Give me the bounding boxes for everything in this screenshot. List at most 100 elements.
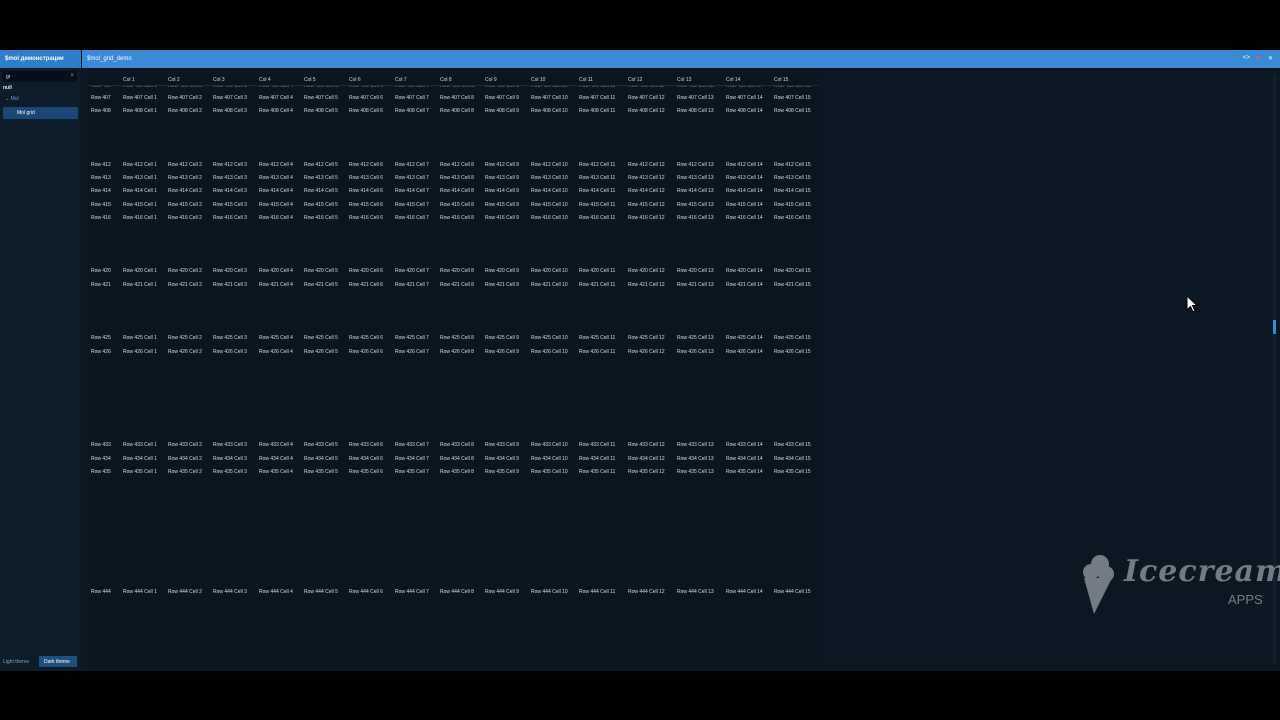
table-cell[interactable]: Row 434 Cell 1 — [123, 456, 157, 462]
table-cell[interactable]: Row 435 Cell 13 — [677, 469, 714, 475]
column-header[interactable]: Col 8 — [440, 77, 452, 83]
table-cell[interactable]: Row 414 Cell 10 — [531, 188, 568, 194]
flag-icon[interactable]: ⚑ — [1255, 55, 1262, 62]
table-cell[interactable]: Row 413 Cell 2 — [168, 175, 202, 181]
table-cell[interactable]: Row 413 Cell 13 — [677, 175, 714, 181]
table-cell[interactable]: Row 416 Cell 3 — [213, 215, 247, 221]
table-cell[interactable]: Row 415 Cell 6 — [349, 202, 383, 208]
table-cell[interactable]: Row 416 Cell 6 — [349, 215, 383, 221]
table-cell[interactable]: Row 412 Cell 11 — [579, 162, 615, 168]
table-cell[interactable]: Row 413 Cell 4 — [259, 175, 293, 181]
table-cell[interactable]: Row 435 Cell 3 — [213, 469, 247, 475]
table-cell[interactable]: Row 406 Cell 13 — [677, 86, 714, 89]
table-cell[interactable]: Row 412 Cell 2 — [168, 162, 202, 168]
table-cell[interactable]: Row 414 Cell 14 — [726, 188, 763, 194]
table-cell[interactable]: Row 444 Cell 10 — [531, 589, 568, 595]
table-cell[interactable]: Row 426 Cell 4 — [259, 349, 293, 355]
dark-theme-button[interactable]: Dark theme — [39, 656, 77, 667]
table-cell[interactable]: Row 435 Cell 1 — [123, 469, 157, 475]
table-cell[interactable]: Row 414 Cell 8 — [440, 188, 474, 194]
table-cell[interactable]: Row 426 Cell 7 — [395, 349, 429, 355]
column-header[interactable]: Col 7 — [395, 77, 407, 83]
table-cell[interactable]: Row 408 Cell 8 — [440, 108, 474, 114]
table-cell[interactable]: Row 414 Cell 12 — [628, 188, 665, 194]
table-cell[interactable]: Row 433 Cell 14 — [726, 442, 763, 448]
table-cell[interactable]: Row 421 Cell 9 — [485, 282, 519, 288]
table-row[interactable]: Row 444 Row 444 Cell 1 Row 444 Cell 2 Row 4… — [88, 589, 818, 599]
table-cell[interactable]: Row 421 Cell 7 — [395, 282, 429, 288]
table-cell[interactable]: Row 413 Cell 5 — [304, 175, 338, 181]
table-cell[interactable]: Row 434 Cell 5 — [304, 456, 338, 462]
table-cell[interactable]: Row 435 Cell 11 — [579, 469, 615, 475]
table-cell[interactable]: Row 408 Cell 2 — [168, 108, 202, 114]
table-cell[interactable]: Row 415 Cell 3 — [213, 202, 247, 208]
table-cell[interactable]: Row 408 Cell 3 — [213, 108, 247, 114]
table-cell[interactable]: Row 444 Cell 11 — [579, 589, 615, 595]
table-cell[interactable]: Row 435 Cell 2 — [168, 469, 202, 475]
table-cell[interactable]: Row 444 Cell 6 — [349, 589, 383, 595]
source-icon[interactable]: <> — [1243, 55, 1250, 62]
table-cell[interactable]: Row 435 Cell 6 — [349, 469, 383, 475]
table-cell[interactable]: Row 406 Cell 8 — [440, 86, 474, 89]
table-cell[interactable]: Row 407 Cell 2 — [168, 95, 202, 101]
table-cell[interactable]: Row 425 Cell 7 — [395, 335, 429, 341]
table-row[interactable]: Row 415 Row 415 Cell 1 Row 415 Cell 2 Row 4… — [88, 202, 818, 212]
table-cell[interactable]: Row 406 Cell 15 — [774, 86, 811, 89]
table-cell[interactable]: Row 433 Cell 7 — [395, 442, 429, 448]
table-cell[interactable]: Row 433 Cell 3 — [213, 442, 247, 448]
table-cell[interactable]: Row 412 Cell 13 — [677, 162, 714, 168]
table-cell[interactable]: Row 412 Cell 8 — [440, 162, 474, 168]
table-cell[interactable]: Row 421 Cell 13 — [677, 282, 714, 288]
table-cell[interactable]: Row 408 Cell 13 — [677, 108, 714, 114]
table-cell[interactable]: Row 435 Cell 5 — [304, 469, 338, 475]
table-cell[interactable]: Row 415 Cell 14 — [726, 202, 763, 208]
table-cell[interactable]: Row 420 Cell 2 — [168, 268, 202, 274]
column-header[interactable]: Col 12 — [628, 77, 642, 83]
table-cell[interactable]: Row 433 Cell 13 — [677, 442, 714, 448]
table-cell[interactable]: Row 413 Cell 15 — [774, 175, 811, 181]
table-cell[interactable]: Row 415 Cell 10 — [531, 202, 568, 208]
table-cell[interactable]: Row 426 Cell 10 — [531, 349, 568, 355]
table-cell[interactable]: Row 407 Cell 8 — [440, 95, 474, 101]
table-cell[interactable]: Row 425 Cell 11 — [579, 335, 615, 341]
table-cell[interactable]: Row 416 Cell 4 — [259, 215, 293, 221]
table-cell[interactable]: Row 421 Cell 10 — [531, 282, 568, 288]
table-cell[interactable]: Row 414 Cell 4 — [259, 188, 293, 194]
table-cell[interactable]: Row 435 Cell 10 — [531, 469, 568, 475]
column-header[interactable]: Col 6 — [349, 77, 361, 83]
table-cell[interactable]: Row 408 Cell 4 — [259, 108, 293, 114]
table-cell[interactable]: Row 416 Cell 12 — [628, 215, 665, 221]
table-cell[interactable]: Row 413 Cell 10 — [531, 175, 568, 181]
table-cell[interactable]: Row 406 Cell 2 — [168, 86, 202, 89]
table-cell[interactable]: Row 408 Cell 15 — [774, 108, 811, 114]
table-cell[interactable]: Row 425 Cell 14 — [726, 335, 763, 341]
data-grid[interactable]: Col 1 Col 2 Col 3 Col 4 Col 5 Col 6 Col 7 Col 8… — [88, 74, 818, 664]
table-cell[interactable]: Row 414 Cell 11 — [579, 188, 615, 194]
table-cell[interactable]: Row 421 Cell 6 — [349, 282, 383, 288]
table-cell[interactable]: Row 415 Cell 8 — [440, 202, 474, 208]
table-cell[interactable]: Row 421 Cell 2 — [168, 282, 202, 288]
table-cell[interactable]: Row 414 Cell 3 — [213, 188, 247, 194]
table-cell[interactable]: Row 444 Cell 3 — [213, 589, 247, 595]
table-cell[interactable]: Row 406 Cell 12 — [628, 86, 665, 89]
table-cell[interactable]: Row 408 Cell 7 — [395, 108, 429, 114]
table-cell[interactable]: Row 420 Cell 10 — [531, 268, 568, 274]
table-cell[interactable]: Row 420 Cell 11 — [579, 268, 615, 274]
table-cell[interactable]: Row 406 Cell 4 — [259, 86, 293, 89]
table-cell[interactable]: Row 406 Cell 14 — [726, 86, 763, 89]
column-header[interactable]: Col 9 — [485, 77, 497, 83]
table-cell[interactable]: Row 413 Cell 6 — [349, 175, 383, 181]
column-header[interactable]: Col 14 — [726, 77, 740, 83]
table-cell[interactable]: Row 412 Cell 6 — [349, 162, 383, 168]
nav-item-mol-grid[interactable]: Mol grid — [3, 107, 78, 119]
table-row[interactable]: Row 414 Row 414 Cell 1 Row 414 Cell 2 Row 4… — [88, 188, 818, 198]
table-cell[interactable]: Row 407 Cell 1 — [123, 95, 157, 101]
table-cell[interactable]: Row 416 Cell 8 — [440, 215, 474, 221]
table-cell[interactable]: Row 406 Cell 9 — [485, 86, 519, 89]
table-cell[interactable]: Row 412 Cell 5 — [304, 162, 338, 168]
table-cell[interactable]: Row 412 Cell 9 — [485, 162, 519, 168]
table-cell[interactable]: Row 407 Cell 6 — [349, 95, 383, 101]
table-row[interactable]: Row 434 Row 434 Cell 1 Row 434 Cell 2 Row 4… — [88, 456, 818, 466]
table-cell[interactable]: Row 435 Cell 7 — [395, 469, 429, 475]
table-cell[interactable]: Row 420 Cell 14 — [726, 268, 763, 274]
